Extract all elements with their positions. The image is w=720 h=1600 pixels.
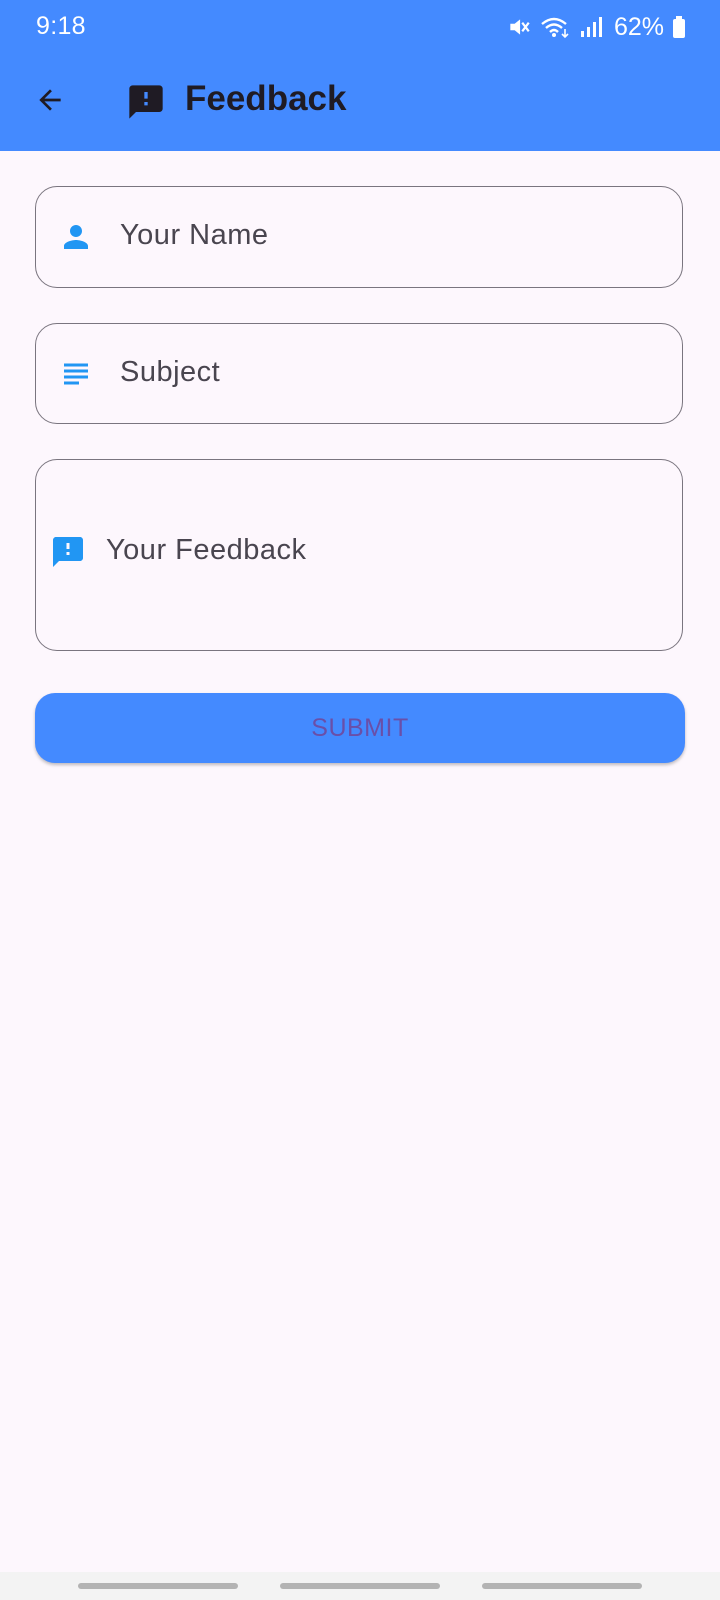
app-bar: Feedback	[0, 54, 720, 151]
status-icons: 62%	[506, 10, 686, 44]
status-bar: 9:18 62%	[0, 0, 720, 54]
feedback-icon	[50, 534, 86, 570]
name-field[interactable]: Your Name	[35, 186, 683, 288]
mute-icon	[506, 14, 532, 40]
page-title: Feedback	[185, 79, 347, 118]
battery-icon	[672, 15, 686, 39]
subject-placeholder: Subject	[120, 356, 221, 388]
status-time: 9:18	[36, 12, 86, 40]
subject-field[interactable]: Subject	[35, 323, 683, 424]
submit-label: SUBMIT	[311, 713, 409, 742]
nav-back-handle[interactable]	[482, 1583, 642, 1589]
system-nav-bar	[0, 1572, 720, 1600]
wifi-icon	[540, 14, 572, 40]
back-button[interactable]	[26, 78, 74, 126]
person-icon	[58, 219, 94, 255]
feedback-icon	[126, 82, 166, 122]
subject-icon	[58, 356, 94, 392]
feedback-placeholder: Your Feedback	[106, 534, 307, 566]
signal-icon	[580, 14, 602, 40]
arrow-back-icon	[34, 84, 66, 121]
name-placeholder: Your Name	[120, 219, 269, 251]
nav-recents-handle[interactable]	[78, 1583, 238, 1589]
nav-home-handle[interactable]	[280, 1583, 440, 1589]
battery-percent: 62%	[613, 12, 664, 41]
submit-button[interactable]: SUBMIT	[35, 693, 685, 763]
feedback-field[interactable]: Your Feedback	[35, 459, 683, 651]
